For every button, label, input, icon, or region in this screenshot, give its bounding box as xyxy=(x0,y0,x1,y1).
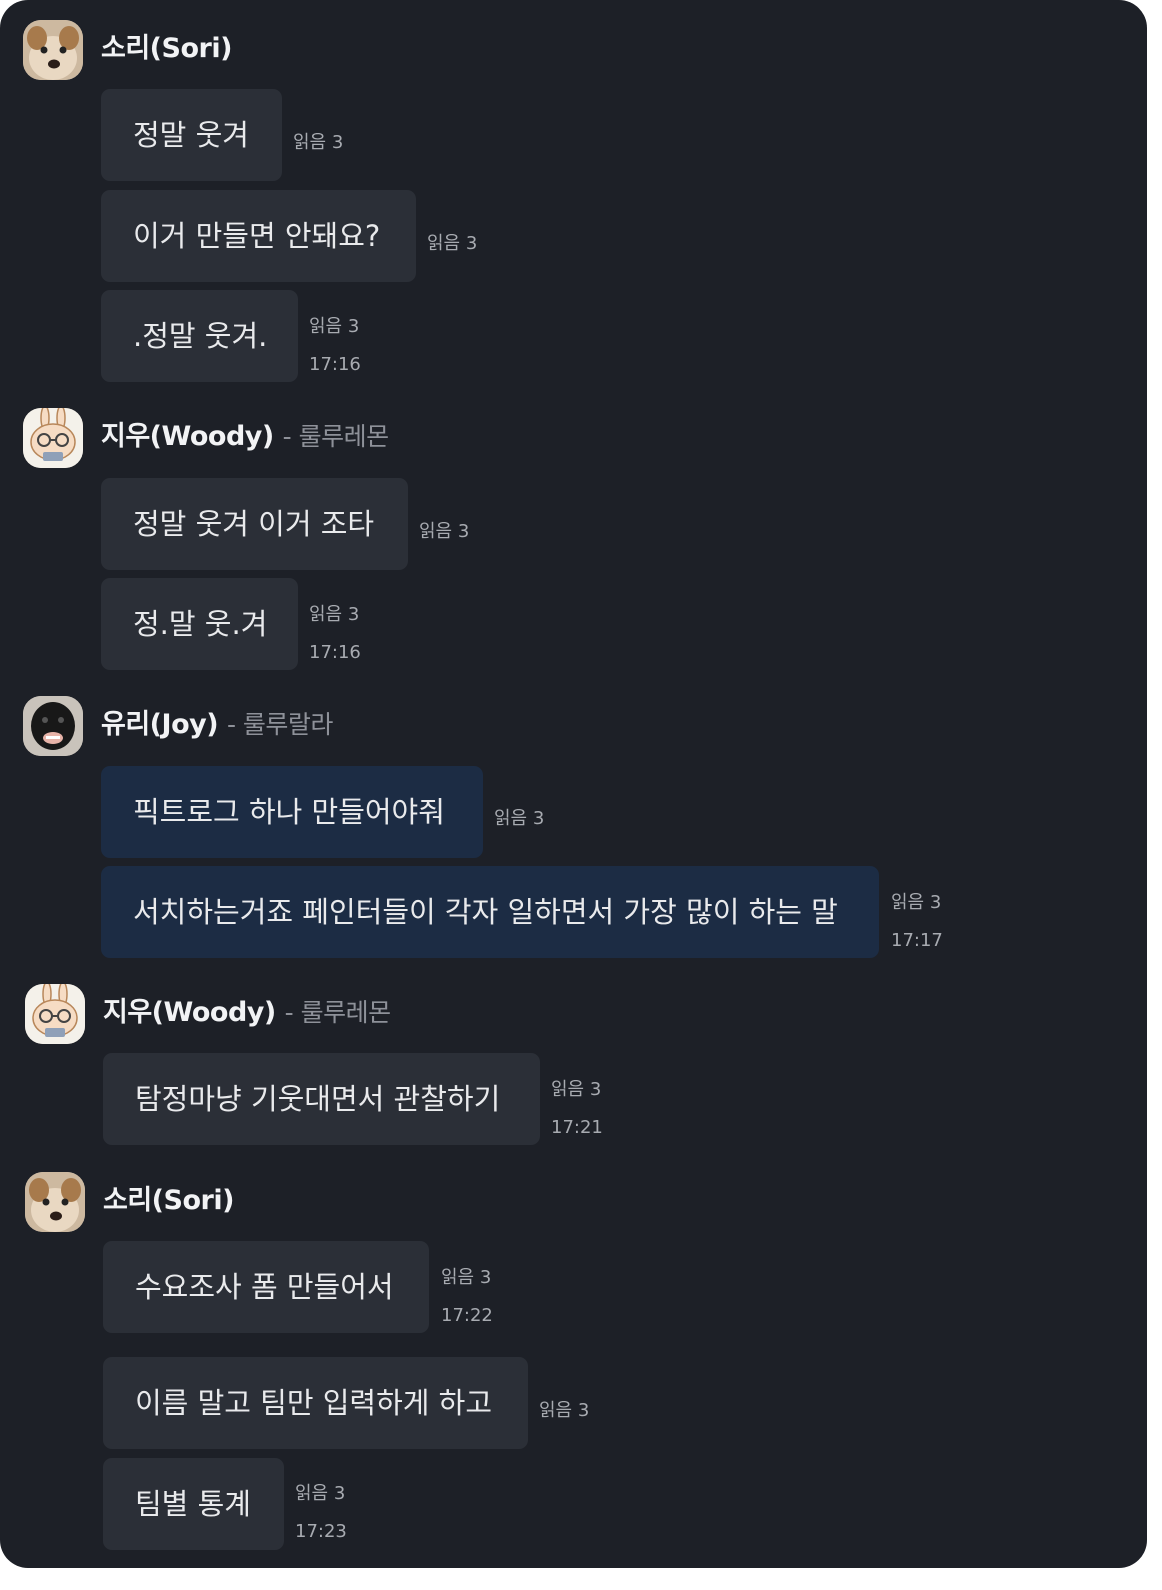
timestamp: 17:22 xyxy=(441,1305,493,1326)
bunny-glasses-avatar[interactable] xyxy=(25,984,85,1044)
message-bubble[interactable]: 픽트로그 하나 만들어야줘 xyxy=(101,766,483,858)
message-text: 수요조사 폼 만들어서 xyxy=(135,1270,394,1304)
message-bubble[interactable]: 정말 웃겨 xyxy=(101,89,282,181)
shiba-dog-avatar[interactable] xyxy=(23,20,83,80)
sender-name: 유리(Joy) - 룰루랄라 xyxy=(101,709,333,740)
bunny-glasses-avatar[interactable] xyxy=(23,408,83,468)
message-bubble[interactable]: 이거 만들면 안돼요? xyxy=(101,190,416,282)
message-text: .정말 웃겨. xyxy=(133,319,268,353)
sender-name: 소리(Sori) xyxy=(101,33,232,64)
sender-status: - 룰루레몬 xyxy=(282,422,389,451)
message-text: 이름 말고 팀만 입력하게 하고 xyxy=(135,1386,493,1420)
message-bubble[interactable]: 서치하는거죠 페인터들이 각자 일하면서 가장 많이 하는 말 xyxy=(101,866,879,958)
read-count: 읽음 3 xyxy=(494,808,545,829)
read-count: 읽음 3 xyxy=(427,233,478,254)
sender-status: - 룰루레몬 xyxy=(284,998,391,1027)
sender-name: 지우(Woody) - 룰루레몬 xyxy=(101,421,389,452)
sender-status: - 룰루랄라 xyxy=(226,710,333,739)
read-count: 읽음 3 xyxy=(293,132,344,153)
shiba-dog-avatar[interactable] xyxy=(25,1172,85,1232)
message-bubble[interactable]: 정말 웃겨 이거 조타 xyxy=(101,478,408,570)
read-count: 읽음 3 xyxy=(539,1400,590,1421)
message-text: 픽트로그 하나 만들어야줘 xyxy=(133,795,445,829)
message-text: 정말 웃겨 이거 조타 xyxy=(133,507,375,541)
message-bubble[interactable]: .정말 웃겨. xyxy=(101,290,298,382)
message-bubble[interactable]: 이름 말고 팀만 입력하게 하고 xyxy=(103,1357,528,1449)
read-count: 읽음 3 xyxy=(891,892,942,913)
chat-panel: 소리(Sori) 정말 웃겨 읽음 3 이거 만들면 안돼요? 읽음 3 .정말… xyxy=(0,0,1147,1568)
timestamp: 17:16 xyxy=(309,354,361,375)
sender-name: 지우(Woody) - 룰루레몬 xyxy=(103,997,391,1028)
sender-name: 소리(Sori) xyxy=(103,1185,234,1216)
read-count: 읽음 3 xyxy=(441,1267,492,1288)
message-bubble[interactable]: 탐정마냥 기웃대면서 관찰하기 xyxy=(103,1053,540,1145)
message-text: 이거 만들면 안돼요? xyxy=(133,219,381,253)
read-count: 읽음 3 xyxy=(309,316,360,337)
message-bubble[interactable]: 팀별 통계 xyxy=(103,1458,284,1550)
read-count: 읽음 3 xyxy=(551,1079,602,1100)
timestamp: 17:16 xyxy=(309,642,361,663)
timestamp: 17:17 xyxy=(891,930,943,951)
message-text: 정말 웃겨 xyxy=(133,118,249,152)
message-text: 정.말 웃.겨 xyxy=(133,607,268,641)
timestamp: 17:21 xyxy=(551,1117,603,1138)
message-bubble[interactable]: 정.말 웃.겨 xyxy=(101,578,298,670)
message-text: 탐정마냥 기웃대면서 관찰하기 xyxy=(135,1082,501,1116)
message-text: 팀별 통계 xyxy=(135,1487,251,1521)
read-count: 읽음 3 xyxy=(295,1483,346,1504)
message-text: 서치하는거죠 페인터들이 각자 일하면서 가장 많이 하는 말 xyxy=(133,895,838,929)
read-count: 읽음 3 xyxy=(419,521,470,542)
message-bubble[interactable]: 수요조사 폼 만들어서 xyxy=(103,1241,429,1333)
read-count: 읽음 3 xyxy=(309,604,360,625)
black-dog-avatar[interactable] xyxy=(23,696,83,756)
timestamp: 17:23 xyxy=(295,1521,347,1542)
